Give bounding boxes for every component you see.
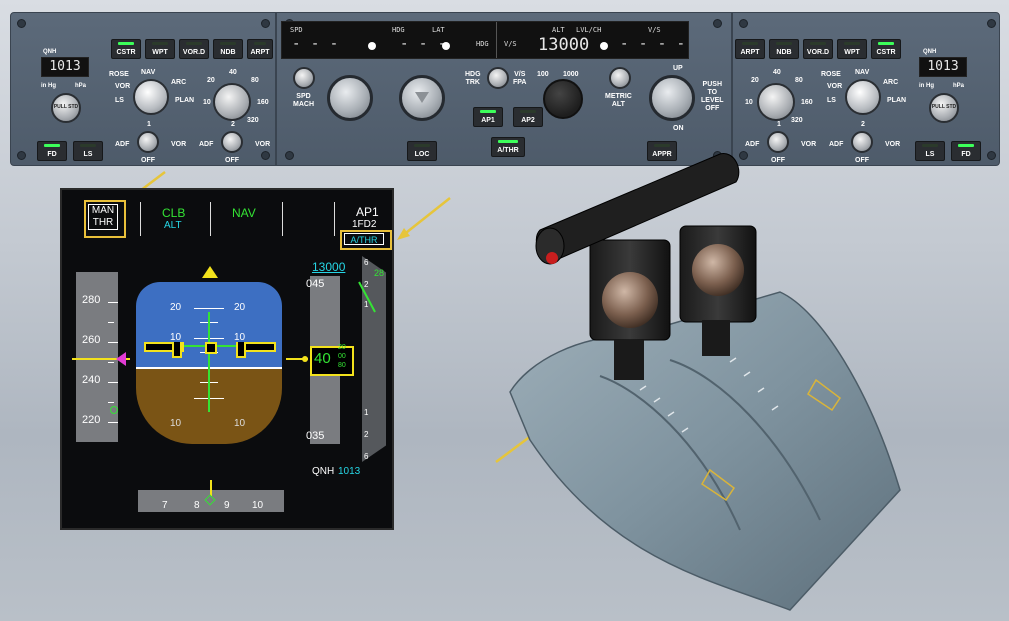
pitch-20-right: 20 bbox=[234, 302, 246, 313]
heading-8: 8 bbox=[194, 500, 200, 511]
fma-athr: A/THR bbox=[344, 233, 384, 245]
vs-2-up: 2 bbox=[364, 280, 369, 289]
heading-pointer bbox=[210, 480, 212, 496]
pitch-20-left: 20 bbox=[170, 302, 182, 313]
primary-flight-display: MAN THR CLB ALT NAV AP1 1FD2 A/THR 280 2… bbox=[60, 188, 394, 530]
alt-bottom-value: 035 bbox=[306, 430, 325, 442]
heading-9: 9 bbox=[224, 500, 230, 511]
arrow-to-athr bbox=[401, 197, 451, 237]
attitude-indicator: 20 20 10 10 10 10 bbox=[136, 282, 282, 444]
fma-divider-1 bbox=[140, 202, 141, 236]
fma-fd: 1FD2 bbox=[352, 219, 377, 230]
speed-280: 280 bbox=[82, 294, 101, 306]
pfd-qnh-label: QNH bbox=[312, 466, 335, 477]
fma-ap1: AP1 bbox=[356, 205, 379, 219]
left-lever-knob bbox=[602, 272, 658, 328]
vs-6-up: 6 bbox=[364, 258, 369, 267]
fma-clb: CLB bbox=[162, 206, 186, 220]
alt-current-value: 40 bbox=[314, 350, 331, 367]
alt-drum-1: 20 bbox=[338, 344, 346, 351]
vs-1-down: 1 bbox=[364, 408, 369, 417]
left-lever-stem bbox=[614, 340, 644, 380]
aircraft-symbol-right-drop bbox=[236, 342, 246, 358]
heading-7: 7 bbox=[162, 500, 168, 511]
thrust-lever-quadrant bbox=[509, 153, 901, 611]
speed-trend-marker bbox=[110, 406, 118, 414]
alt-drum-2: 00 bbox=[338, 353, 346, 360]
speed-target-triangle-icon bbox=[116, 352, 126, 366]
fma-nav: NAV bbox=[232, 206, 256, 220]
vs-2-down: 2 bbox=[364, 430, 369, 439]
alt-top-value: 045 bbox=[306, 278, 325, 290]
roll-pointer-triangle-icon bbox=[202, 266, 218, 278]
aircraft-center-dot bbox=[205, 342, 217, 354]
fma-alt-armed: ALT bbox=[164, 220, 182, 231]
speed-220: 220 bbox=[82, 414, 101, 426]
fma-man-thr: MAN THR bbox=[88, 204, 118, 230]
vs-value: 28 bbox=[374, 268, 385, 278]
pitch-neg10-left: 10 bbox=[170, 418, 182, 429]
pitch-neg10-right: 10 bbox=[234, 418, 246, 429]
right-lever-stem bbox=[702, 320, 730, 356]
alt-drum-3: 80 bbox=[338, 362, 346, 369]
fma-col1-line2: THR bbox=[92, 217, 114, 228]
right-lever-knob bbox=[692, 244, 744, 296]
alt-target-value: 13000 bbox=[312, 260, 346, 274]
fma-divider-4 bbox=[334, 202, 335, 236]
autothrust-disconnect-button[interactable] bbox=[546, 252, 558, 264]
heading-10: 10 bbox=[252, 500, 264, 511]
fma-divider-2 bbox=[210, 202, 211, 236]
speed-260: 260 bbox=[82, 334, 101, 346]
fma-col1-line1: MAN bbox=[91, 205, 115, 216]
horizon-reference-dot bbox=[302, 356, 308, 362]
fma-divider-3 bbox=[282, 202, 283, 236]
vs-6-down: 6 bbox=[364, 452, 369, 461]
aircraft-symbol-left-drop bbox=[172, 342, 182, 358]
speed-240: 240 bbox=[82, 374, 101, 386]
fd-vertical-bar bbox=[208, 312, 210, 412]
pfd-qnh-value: 1013 bbox=[338, 466, 361, 477]
